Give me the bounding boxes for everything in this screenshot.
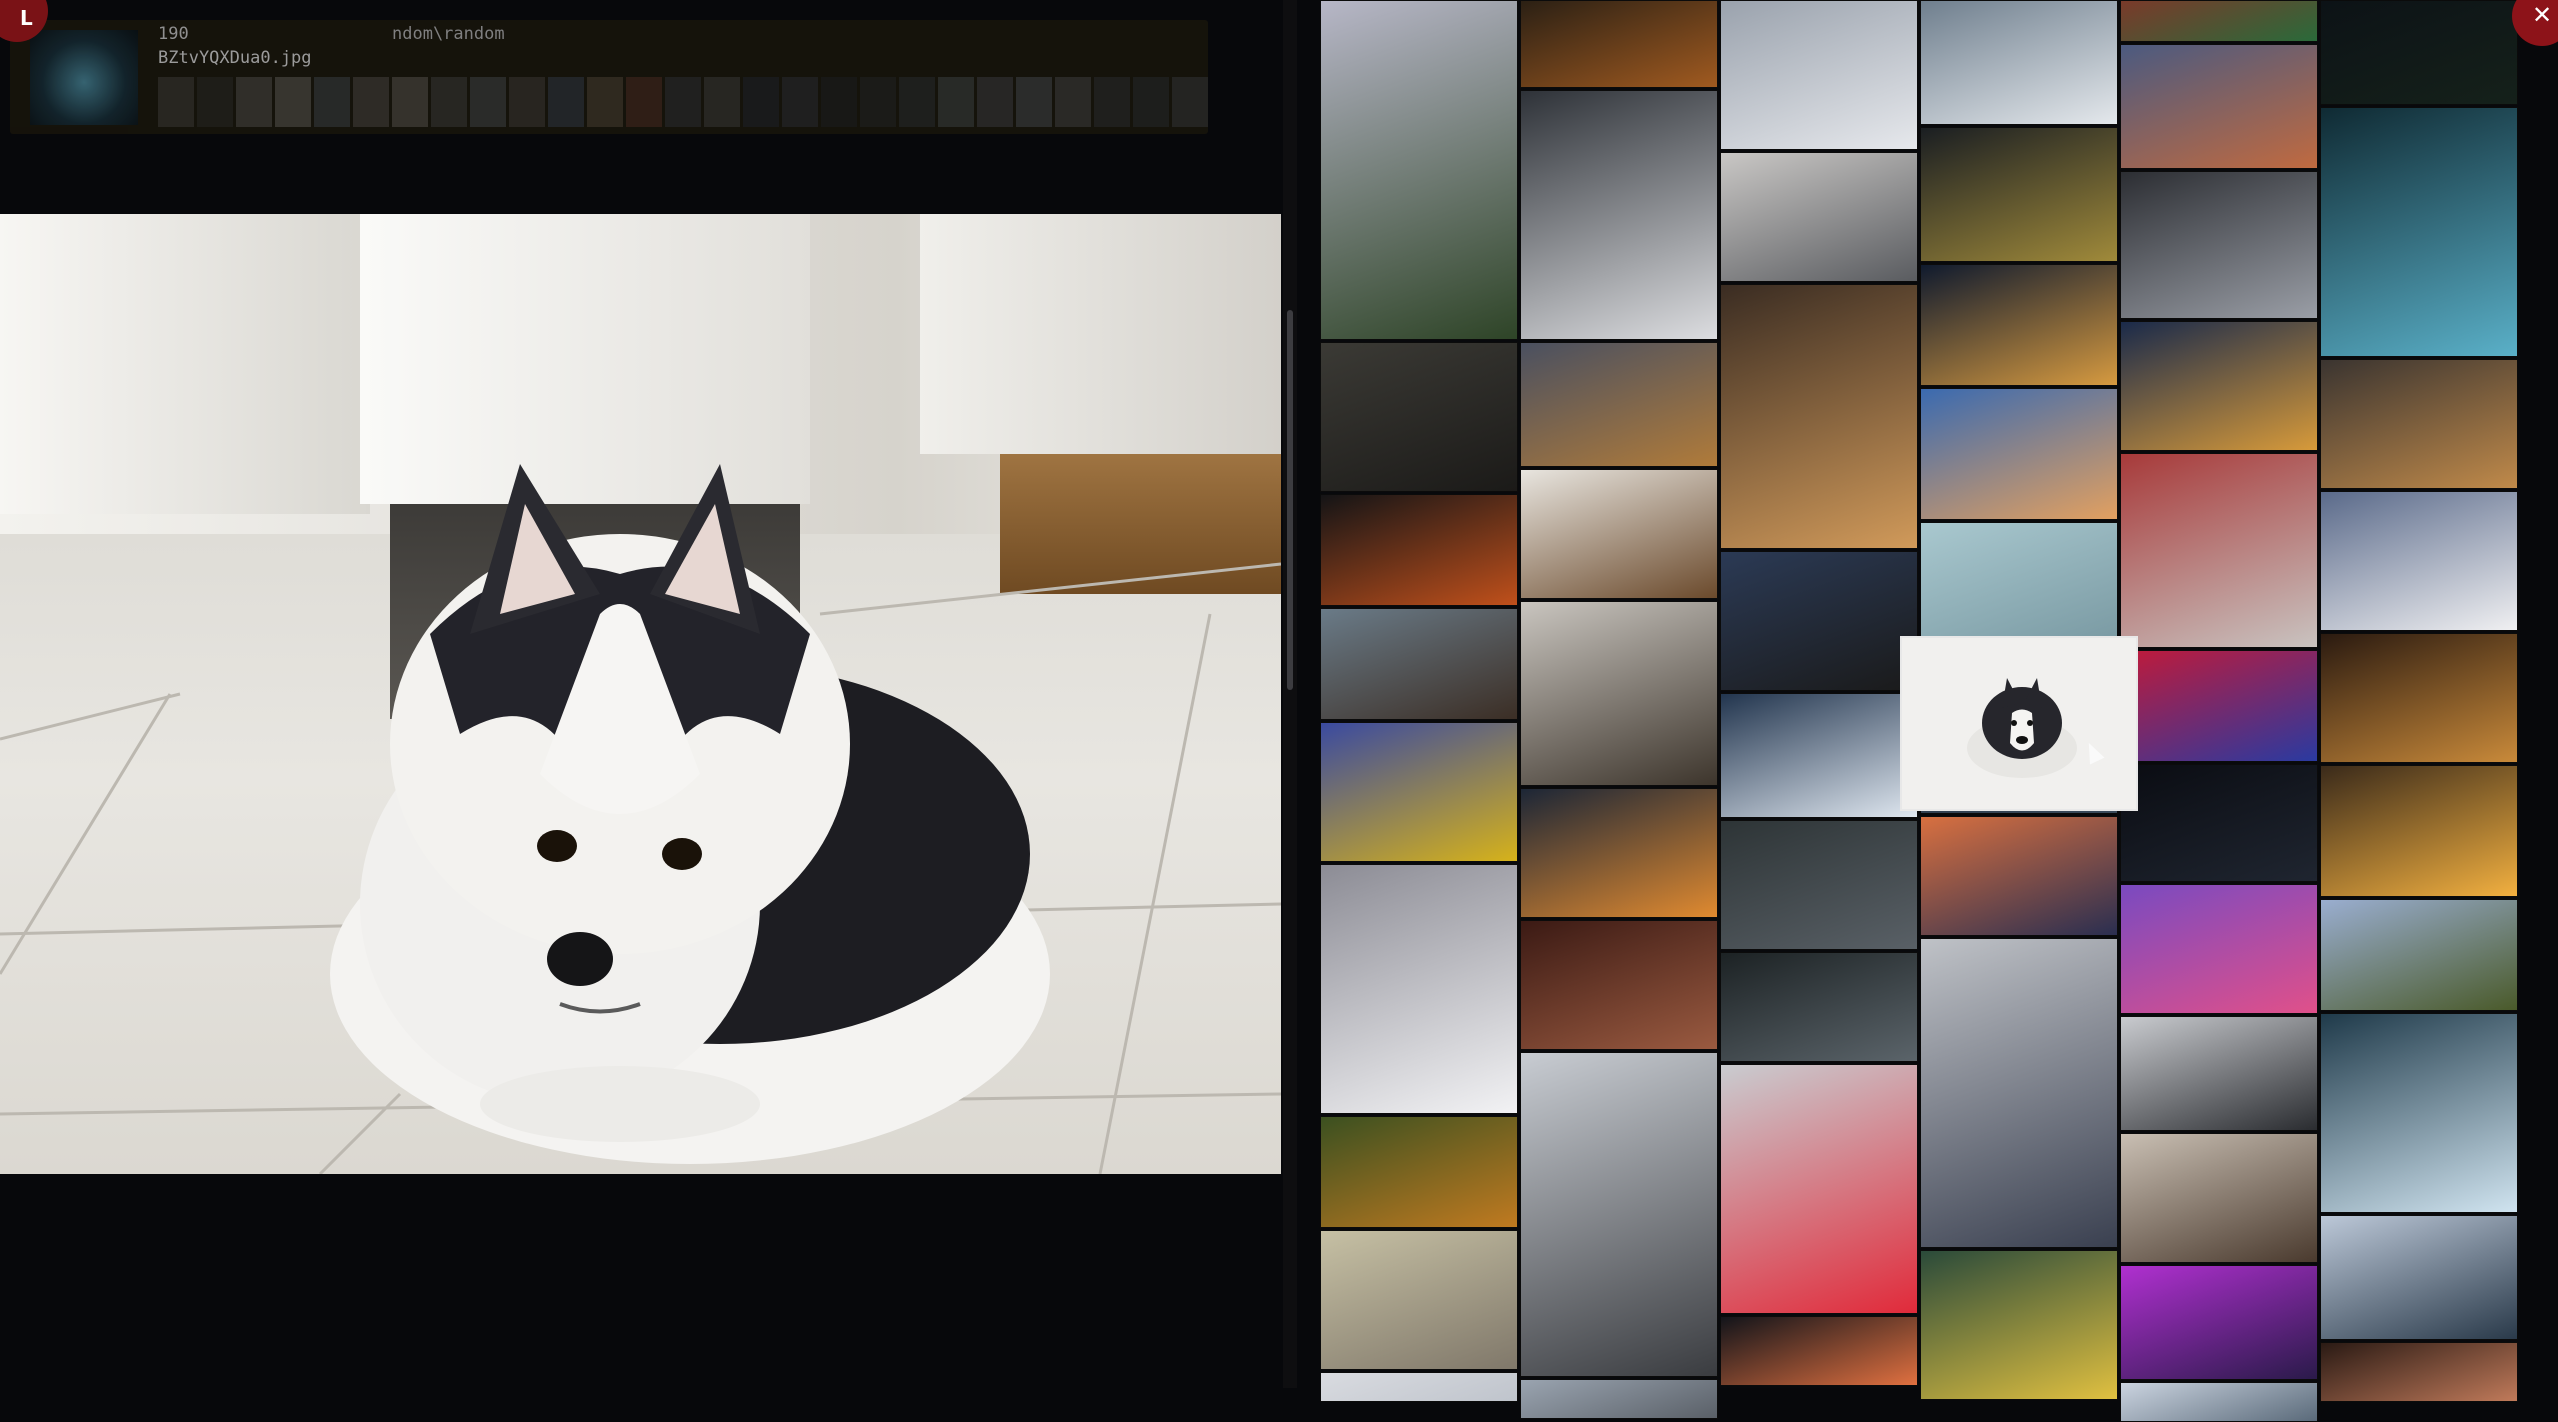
strip-thumbnail[interactable] [782,77,818,127]
image-info-bar: 190 ndom\random BZtvYQXDua0.jpg [10,20,1208,134]
gallery-thumbnail[interactable] [1320,722,1518,862]
gallery-thumbnail[interactable] [2120,884,2318,1014]
gallery-thumbnail[interactable] [1320,1230,1518,1370]
strip-thumbnail[interactable] [1016,77,1052,127]
gallery-thumbnail[interactable] [2320,491,2518,631]
gallery-thumbnail[interactable] [2120,764,2318,882]
gallery-thumbnail[interactable] [2120,1016,2318,1131]
strip-thumbnail[interactable] [509,77,545,127]
viewer-scrollbar[interactable] [1283,0,1297,1388]
close-icon: ✕ [2532,1,2553,29]
gallery-thumbnail[interactable] [1520,788,1718,918]
gallery-thumbnail[interactable] [2320,1013,2518,1213]
gallery-thumbnail[interactable] [1520,0,1718,88]
hovered-thumbnail-husky[interactable] [1900,636,2138,811]
gallery-thumbnail[interactable] [1720,1316,1918,1386]
strip-thumbnail[interactable] [431,77,467,127]
gallery-thumbnail[interactable] [2320,1342,2518,1402]
gallery-thumbnail[interactable] [2320,359,2518,489]
gallery-thumbnail[interactable] [1920,127,2118,262]
gallery-thumbnail[interactable] [2320,633,2518,763]
strip-thumbnail[interactable] [353,77,389,127]
strip-thumbnail[interactable] [821,77,857,127]
strip-thumbnail[interactable] [392,77,428,127]
gallery-thumbnail[interactable] [2120,650,2318,762]
gallery-thumbnail[interactable] [1920,1250,2118,1400]
gallery-thumbnail[interactable] [2320,107,2518,357]
strip-thumbnail[interactable] [977,77,1013,127]
strip-thumbnail[interactable] [860,77,896,127]
gallery-thumbnail[interactable] [1720,551,1918,691]
gallery-thumbnail[interactable] [2320,1215,2518,1340]
thumbnail-strip[interactable] [158,77,1208,127]
gallery-thumbnail[interactable] [2120,321,2318,451]
gallery-thumbnail[interactable] [1720,284,1918,549]
main-image-husky[interactable] [0,214,1281,1174]
gallery-thumbnail[interactable] [1520,469,1718,599]
strip-thumbnail[interactable] [158,77,194,127]
gallery-thumbnail[interactable] [1920,388,2118,520]
gallery-thumbnail[interactable] [1720,152,1918,282]
strip-thumbnail[interactable] [626,77,662,127]
strip-thumbnail[interactable] [899,77,935,127]
gallery-thumbnail[interactable] [1520,1379,1718,1419]
gallery-thumbnail[interactable] [2320,899,2518,1011]
gallery-thumbnail[interactable] [1720,0,1918,150]
strip-thumbnail[interactable] [1094,77,1130,127]
gallery-thumbnail[interactable] [1520,601,1718,786]
strip-thumbnail[interactable] [704,77,740,127]
strip-thumbnail[interactable] [938,77,974,127]
gallery-thumbnail[interactable] [2120,44,2318,169]
strip-thumbnail[interactable] [1133,77,1169,127]
logo-letter: L [20,6,33,30]
gallery-thumbnail[interactable] [1720,820,1918,950]
gallery-thumbnail[interactable] [2320,765,2518,897]
gallery-thumbnail[interactable] [2320,0,2518,105]
gallery-thumbnail[interactable] [1720,693,1918,818]
gallery-thumbnail[interactable] [2120,1133,2318,1263]
strip-thumbnail[interactable] [275,77,311,127]
husky-illustration [0,464,1281,1174]
strip-thumbnail[interactable] [470,77,506,127]
gallery-thumbnail[interactable] [1520,920,1718,1050]
scrollbar-thumb[interactable] [1287,310,1293,690]
strip-thumbnail[interactable] [1172,77,1208,127]
gallery-thumbnail[interactable] [1320,1116,1518,1228]
gallery-thumbnail[interactable] [1320,494,1518,606]
current-image-thumbnail[interactable] [30,30,138,125]
gallery-thumbnail[interactable] [2120,453,2318,648]
strip-thumbnail[interactable] [236,77,272,127]
gallery-thumbnail[interactable] [1320,608,1518,720]
strip-thumbnail[interactable] [665,77,701,127]
gallery-thumbnail[interactable] [1920,816,2118,936]
strip-thumbnail[interactable] [587,77,623,127]
gallery-thumbnail[interactable] [1720,1064,1918,1314]
gallery-thumbnail[interactable] [1720,952,1918,1062]
gallery-thumbnail[interactable] [1320,864,1518,1114]
image-viewer-pane[interactable]: L 190 ndom\random BZtvYQXDua0.jpg [0,0,1300,1388]
strip-thumbnail[interactable] [743,77,779,127]
gallery-thumbnail[interactable] [1520,342,1718,467]
strip-thumbnail[interactable] [197,77,233,127]
strip-thumbnail[interactable] [1055,77,1091,127]
gallery-thumbnail[interactable] [2120,0,2318,42]
gallery-thumbnail[interactable] [2120,1382,2318,1422]
strip-thumbnail[interactable] [314,77,350,127]
gallery-thumbnail[interactable] [1520,90,1718,340]
gallery-thumbnail[interactable] [1920,938,2118,1248]
strip-thumbnail[interactable] [548,77,584,127]
image-filename: BZtvYQXDua0.jpg [158,48,312,68]
image-index: 190 [158,24,189,44]
gallery-thumbnail[interactable] [2120,1265,2318,1380]
gallery-thumbnail[interactable] [1320,1372,1518,1402]
gallery-thumbnail[interactable] [1920,0,2118,125]
gallery-thumbnail[interactable] [1920,264,2118,386]
folder-path: ndom\random [392,24,505,44]
gallery-thumbnail[interactable] [2120,171,2318,319]
gallery-thumbnail[interactable] [1520,1052,1718,1377]
husky-thumbnail-illustration [1967,678,2077,778]
gallery-thumbnail[interactable] [1320,342,1518,492]
gallery-thumbnail[interactable] [1320,0,1518,340]
gallery-thumbnail[interactable] [1920,522,2118,642]
